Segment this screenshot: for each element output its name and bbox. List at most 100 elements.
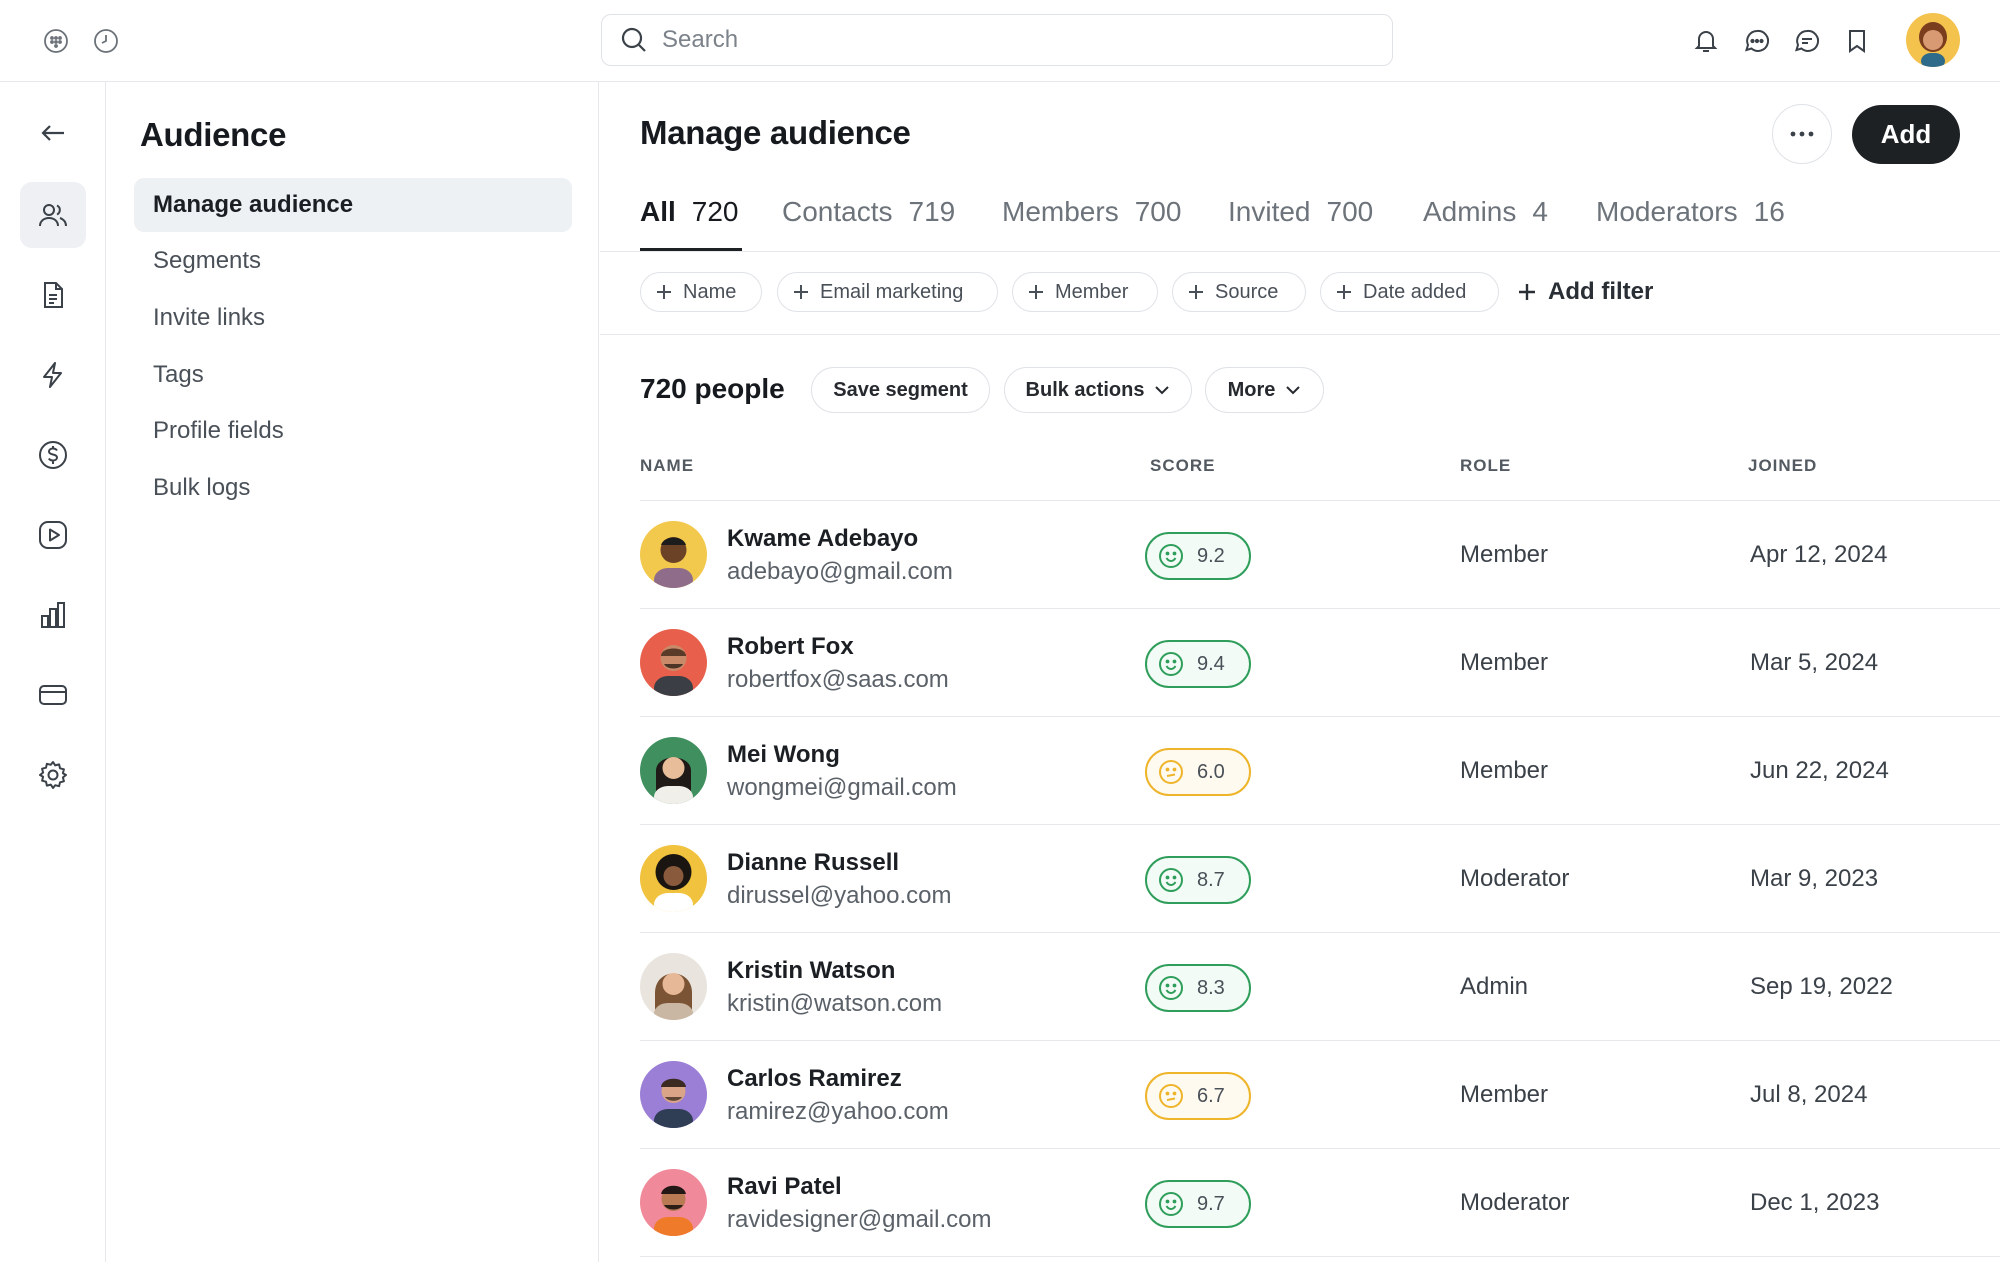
tab-label: Invited bbox=[1228, 196, 1311, 227]
user-avatar[interactable] bbox=[1906, 13, 1960, 67]
chevron-down-icon bbox=[1155, 386, 1170, 395]
search-input[interactable] bbox=[662, 26, 1342, 54]
sidebar-item-profile-fields[interactable]: Profile fields bbox=[134, 404, 572, 458]
score-value: 8.7 bbox=[1197, 868, 1225, 891]
person-role: Admin bbox=[1460, 973, 1529, 1000]
plus-icon bbox=[1337, 285, 1351, 299]
person-name: Ravi Patel bbox=[727, 1173, 842, 1200]
filter-chip-source[interactable]: Source bbox=[1172, 272, 1306, 312]
column-header-score[interactable]: SCORE bbox=[1150, 456, 1215, 476]
play-icon[interactable] bbox=[20, 502, 86, 568]
clock-icon[interactable] bbox=[89, 24, 123, 58]
tab-count: 4 bbox=[1532, 196, 1548, 227]
tab-count: 720 bbox=[691, 196, 739, 227]
bulk-actions-dropdown[interactable]: Bulk actions bbox=[1004, 367, 1192, 413]
plus-icon bbox=[1029, 285, 1043, 299]
main-content: Manage audience Add All 720 Contacts 719 M… bbox=[600, 82, 2000, 1262]
happy-face-icon bbox=[1159, 544, 1183, 568]
table-row[interactable]: Robert Fox robertfox@saas.com 9.4 Member… bbox=[640, 609, 2000, 717]
table-row[interactable]: Carlos Ramirez ramirez@yahoo.com 6.7 Mem… bbox=[640, 1041, 2000, 1149]
tab-all[interactable]: All 720 bbox=[640, 196, 739, 252]
table-row[interactable]: Kwame Adebayo adebayo@gmail.com 9.2 Memb… bbox=[640, 501, 2000, 609]
chat-bubble-icon[interactable] bbox=[1740, 24, 1774, 58]
dollar-icon[interactable] bbox=[20, 422, 86, 488]
person-email: adebayo@gmail.com bbox=[727, 558, 953, 585]
card-icon[interactable] bbox=[20, 662, 86, 728]
tab-admins[interactable]: Admins 4 bbox=[1423, 196, 1548, 252]
add-filter-button[interactable]: Add filter bbox=[1518, 272, 1653, 312]
top-bar bbox=[0, 0, 2000, 82]
person-role: Member bbox=[1460, 541, 1549, 568]
avatar bbox=[640, 737, 707, 804]
sidebar-item-label: Segments bbox=[153, 247, 262, 274]
audience-tabs: All 720 Contacts 719 Members 700 Invited 700… bbox=[600, 182, 2000, 252]
score-badge: 9.4 bbox=[1145, 640, 1251, 688]
avatar bbox=[640, 521, 707, 588]
sidebar-item-bulk-logs[interactable]: Bulk logs bbox=[134, 461, 572, 515]
person-joined: Apr 12, 2024 bbox=[1750, 541, 1888, 568]
tab-invited[interactable]: Invited 700 bbox=[1228, 196, 1373, 252]
search-bar[interactable] bbox=[601, 14, 1393, 66]
tab-moderators[interactable]: Moderators 16 bbox=[1596, 196, 1785, 252]
person-email: ravidesigner@gmail.com bbox=[727, 1206, 992, 1233]
document-icon[interactable] bbox=[20, 262, 86, 328]
sidebar-item-invite-links[interactable]: Invite links bbox=[134, 291, 572, 345]
table-row[interactable]: Ravi Patel ravidesigner@gmail.com 9.7 Mo… bbox=[640, 1149, 2000, 1257]
more-dropdown[interactable]: More bbox=[1205, 367, 1324, 413]
column-header-joined[interactable]: JOINED bbox=[1748, 456, 1817, 476]
score-value: 6.0 bbox=[1197, 760, 1225, 783]
ellipsis-icon bbox=[1790, 131, 1814, 137]
person-joined: Mar 5, 2024 bbox=[1750, 649, 1879, 676]
tab-members[interactable]: Members 700 bbox=[1002, 196, 1181, 252]
filter-chip-label: Email marketing bbox=[820, 280, 964, 303]
sidebar-item-manage-audience[interactable]: Manage audience bbox=[134, 178, 572, 232]
sidebar-item-segments[interactable]: Segments bbox=[134, 234, 572, 288]
grid-dots-icon[interactable] bbox=[39, 24, 73, 58]
filter-chip-member[interactable]: Member bbox=[1012, 272, 1158, 312]
tab-label: All bbox=[640, 196, 676, 227]
bookmark-icon[interactable] bbox=[1840, 24, 1874, 58]
back-arrow-icon[interactable] bbox=[20, 100, 86, 166]
bulk-actions-label: Bulk actions bbox=[1025, 378, 1145, 401]
sidebar-title: Audience bbox=[140, 116, 287, 153]
message-icon[interactable] bbox=[1790, 24, 1824, 58]
score-badge: 8.3 bbox=[1145, 964, 1251, 1012]
sidebar-item-label: Bulk logs bbox=[153, 474, 251, 501]
person-email: kristin@watson.com bbox=[727, 990, 943, 1017]
happy-face-icon bbox=[1159, 652, 1183, 676]
save-segment-button[interactable]: Save segment bbox=[811, 367, 990, 413]
person-email: dirussel@yahoo.com bbox=[727, 882, 952, 909]
filter-bar: Name Email marketing Member Source Date … bbox=[600, 252, 2000, 335]
person-name: Robert Fox bbox=[727, 633, 854, 660]
plus-icon bbox=[657, 285, 671, 299]
column-header-name[interactable]: NAME bbox=[640, 456, 694, 476]
users-icon[interactable] bbox=[20, 182, 86, 248]
table-row[interactable]: Mei Wong wongmei@gmail.com 6.0 Member Ju… bbox=[640, 717, 2000, 825]
bar-chart-icon[interactable] bbox=[20, 582, 86, 648]
table-row[interactable]: Kristin Watson kristin@watson.com 8.3 Ad… bbox=[640, 933, 2000, 1041]
filter-chip-email-marketing[interactable]: Email marketing bbox=[777, 272, 998, 312]
score-value: 9.2 bbox=[1197, 544, 1225, 567]
column-header-role[interactable]: ROLE bbox=[1460, 456, 1511, 476]
person-name: Carlos Ramirez bbox=[727, 1065, 902, 1092]
filter-chip-label: Date added bbox=[1363, 280, 1467, 303]
more-options-button[interactable] bbox=[1772, 104, 1832, 164]
chevron-down-icon bbox=[1286, 386, 1301, 395]
sidebar-item-label: Manage audience bbox=[153, 191, 354, 218]
gear-icon[interactable] bbox=[20, 742, 86, 808]
sidebar-item-tags[interactable]: Tags bbox=[134, 348, 572, 402]
score-value: 6.7 bbox=[1197, 1084, 1225, 1107]
bell-icon[interactable] bbox=[1689, 24, 1723, 58]
person-joined: Dec 1, 2023 bbox=[1750, 1189, 1880, 1216]
happy-face-icon bbox=[1159, 976, 1183, 1000]
tab-contacts[interactable]: Contacts 719 bbox=[782, 196, 955, 252]
lightning-icon[interactable] bbox=[20, 342, 86, 408]
filter-chip-date-added[interactable]: Date added bbox=[1320, 272, 1499, 312]
filter-chip-label: Member bbox=[1055, 280, 1129, 303]
more-label: More bbox=[1227, 378, 1276, 401]
add-button[interactable]: Add bbox=[1852, 105, 1960, 164]
table-row[interactable]: Dianne Russell dirussel@yahoo.com 8.7 Mo… bbox=[640, 825, 2000, 933]
score-badge: 9.2 bbox=[1145, 532, 1251, 580]
filter-chip-name[interactable]: Name bbox=[640, 272, 762, 312]
plus-icon bbox=[1519, 284, 1535, 300]
